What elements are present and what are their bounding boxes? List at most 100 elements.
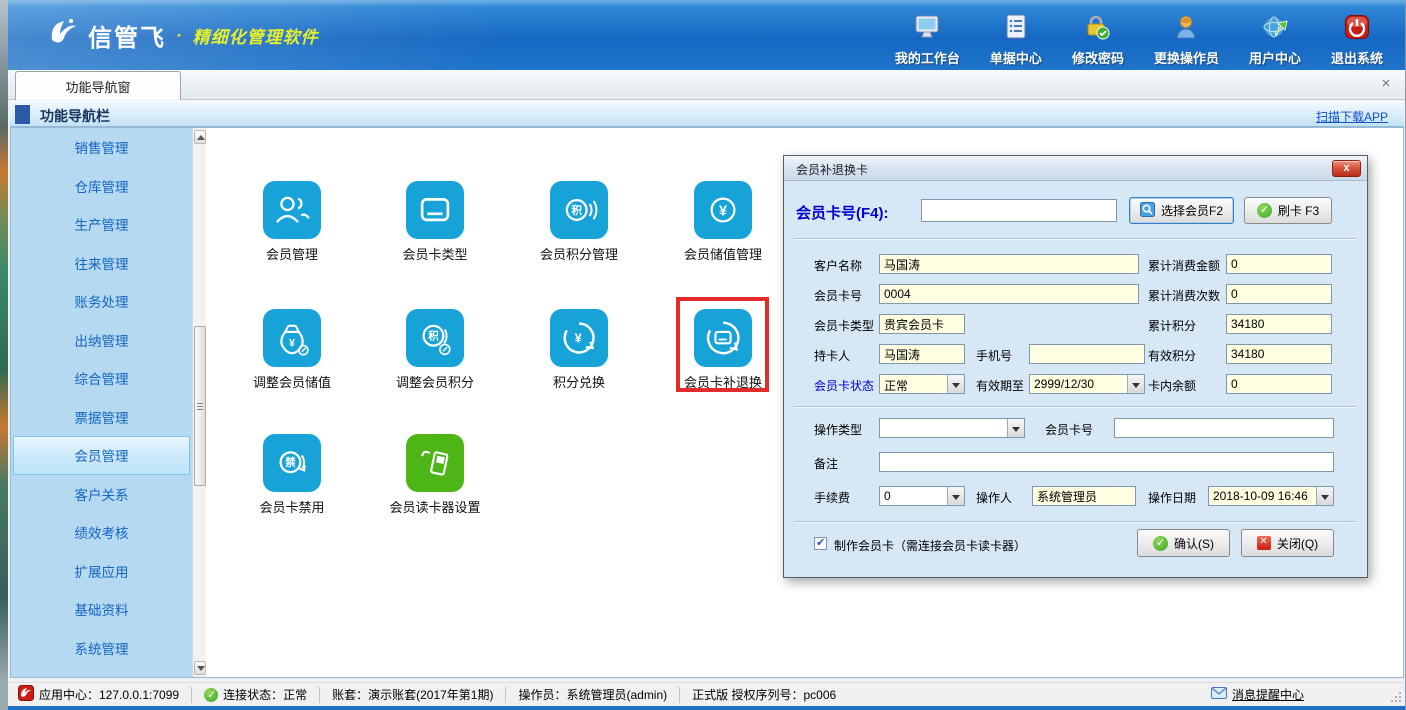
spend-count-input[interactable] xyxy=(1226,284,1332,304)
tab-function-nav[interactable]: 功能导航窗 xyxy=(15,71,181,100)
yuan-refresh-icon: ¥ xyxy=(550,309,608,367)
module-stored-value-management[interactable]: ¥ 会员储值管理 xyxy=(663,181,783,263)
chevron-down-icon[interactable] xyxy=(947,487,964,505)
tab-strip: 功能导航窗 × xyxy=(8,70,1405,100)
confirm-button[interactable]: 确认(S) xyxy=(1137,529,1230,557)
scrollbar-thumb[interactable] xyxy=(194,326,206,486)
sidebar-item-accounting[interactable]: 账务处理 xyxy=(11,282,192,321)
card-type-input[interactable] xyxy=(879,314,965,334)
module-card-reader-settings[interactable]: 会员读卡器设置 xyxy=(375,434,495,516)
dialog-close-action-button[interactable]: 关闭(Q) xyxy=(1241,529,1334,557)
sidebar-item-members[interactable]: 会员管理 xyxy=(13,436,190,475)
make-card-checkbox[interactable] xyxy=(814,537,827,550)
card-type-label: 会员卡类型 xyxy=(814,317,874,334)
app-title-dot: · xyxy=(176,26,183,46)
card-query-input[interactable] xyxy=(921,199,1117,222)
card-reader-icon xyxy=(406,434,464,492)
sidebar-item-system[interactable]: 系统管理 xyxy=(11,629,192,668)
sidebar-item-crm[interactable]: 客户关系 xyxy=(11,475,192,514)
total-spend-label: 累计消费金额 xyxy=(1148,257,1220,274)
op-type-combo[interactable] xyxy=(879,418,1025,438)
navbar-square-icon xyxy=(15,105,30,124)
remark-input[interactable] xyxy=(879,452,1334,472)
spend-count-label: 累计消费次数 xyxy=(1148,287,1220,304)
dialog-title: 会员补退换卡 xyxy=(796,161,868,178)
chevron-down-icon[interactable] xyxy=(947,375,964,393)
chevron-down-icon[interactable] xyxy=(1127,375,1144,393)
divider xyxy=(319,687,320,703)
sidebar-item-invoice[interactable]: 票据管理 xyxy=(11,398,192,437)
nav-switch-operator[interactable]: 更换操作员 xyxy=(1154,14,1219,67)
valid-points-label: 有效积分 xyxy=(1148,347,1196,364)
fee-combo[interactable]: 0 xyxy=(879,486,965,506)
svg-text:积: 积 xyxy=(428,330,439,343)
status-connection: 连接状态：正常 xyxy=(204,686,307,703)
chevron-down-icon[interactable] xyxy=(1007,419,1024,437)
new-card-no-input[interactable] xyxy=(1114,418,1334,438)
sidebar: 销售管理 仓库管理 生产管理 往来管理 账务处理 出纳管理 综合管理 票据管理 … xyxy=(11,128,192,677)
balance-input[interactable] xyxy=(1226,374,1332,394)
sidebar-item-extensions[interactable]: 扩展应用 xyxy=(11,552,192,591)
module-adjust-stored-value[interactable]: ¥ 调整会员储值 xyxy=(232,309,352,391)
chevron-down-icon[interactable] xyxy=(1316,487,1333,505)
close-x-icon xyxy=(1257,536,1271,550)
total-points-input[interactable] xyxy=(1226,314,1332,334)
valid-points-input[interactable] xyxy=(1226,344,1332,364)
status-account-set: 账套：演示账套(2017年第1期) xyxy=(332,686,493,703)
module-member-management[interactable]: 会员管理 xyxy=(232,181,352,263)
valid-until-combo[interactable]: 2999/12/30 xyxy=(1029,374,1145,394)
scan-download-app-link[interactable]: 扫描下载APP xyxy=(1316,108,1388,125)
members-icon xyxy=(263,181,321,239)
sidebar-item-performance[interactable]: 绩效考核 xyxy=(11,513,192,552)
separator xyxy=(794,521,1357,523)
sidebar-item-production[interactable]: 生产管理 xyxy=(11,205,192,244)
operator-label: 操作人 xyxy=(976,489,1012,506)
svg-text:¥: ¥ xyxy=(575,331,583,346)
operator-input[interactable] xyxy=(1032,486,1136,506)
module-adjust-points[interactable]: 积 调整会员积分 xyxy=(375,309,495,391)
navbar-title: 功能导航栏 xyxy=(40,106,110,126)
sidebar-item-warehouse[interactable]: 仓库管理 xyxy=(11,167,192,206)
scrollbar-up-icon[interactable] xyxy=(194,130,206,144)
nav-user-center[interactable]: 用户中心 xyxy=(1249,14,1301,67)
confirm-check-icon xyxy=(1153,536,1168,551)
select-member-button[interactable]: 选择会员F2 xyxy=(1129,197,1234,224)
divider xyxy=(191,687,192,703)
divider xyxy=(505,687,506,703)
sidebar-item-general[interactable]: 综合管理 xyxy=(11,359,192,398)
module-card-types[interactable]: 会员卡类型 xyxy=(375,181,495,263)
sidebar-scrollbar[interactable] xyxy=(192,128,206,677)
phone-label: 手机号 xyxy=(976,347,1012,364)
nav-my-workbench[interactable]: 我的工作台 xyxy=(895,14,960,67)
nav-change-password[interactable]: 修改密码 xyxy=(1072,14,1124,67)
phone-input[interactable] xyxy=(1029,344,1145,364)
fee-label: 手续费 xyxy=(814,489,850,506)
documents-icon xyxy=(1003,14,1029,45)
swipe-card-button[interactable]: 刷卡 F3 xyxy=(1244,197,1332,224)
sidebar-item-basedata[interactable]: 基础资料 xyxy=(11,590,192,629)
sidebar-item-cashier[interactable]: 出纳管理 xyxy=(11,321,192,360)
card-status-combo[interactable]: 正常 xyxy=(879,374,965,394)
status-message-center[interactable]: 消息提醒中心 xyxy=(1211,686,1304,703)
globe-icon xyxy=(1262,14,1288,45)
sidebar-item-sales[interactable]: 销售管理 xyxy=(11,128,192,167)
card-no-input[interactable] xyxy=(879,284,1139,304)
total-spend-input[interactable] xyxy=(1226,254,1332,274)
tab-close-icon[interactable]: × xyxy=(1377,75,1395,93)
scrollbar-down-icon[interactable] xyxy=(194,661,206,675)
dialog-close-button[interactable]: x xyxy=(1332,160,1361,177)
op-date-combo[interactable]: 2018-10-09 16:46 xyxy=(1208,486,1334,506)
sidebar-item-contacts[interactable]: 往来管理 xyxy=(11,244,192,283)
dialog-titlebar[interactable]: 会员补退换卡 xyxy=(784,156,1367,181)
customer-name-input[interactable] xyxy=(879,254,1139,274)
module-points-management[interactable]: 积 会员积分管理 xyxy=(519,181,639,263)
module-points-exchange[interactable]: ¥ 积分兑换 xyxy=(519,309,639,391)
svg-text:积: 积 xyxy=(571,204,582,217)
holder-input[interactable] xyxy=(879,344,965,364)
module-card-disable[interactable]: 禁 会员卡禁用 xyxy=(232,434,352,516)
divider xyxy=(679,687,680,703)
connection-ok-icon xyxy=(204,688,218,702)
power-icon xyxy=(1344,14,1370,45)
nav-document-center[interactable]: 单据中心 xyxy=(990,14,1042,67)
nav-exit-system[interactable]: 退出系统 xyxy=(1331,14,1383,67)
